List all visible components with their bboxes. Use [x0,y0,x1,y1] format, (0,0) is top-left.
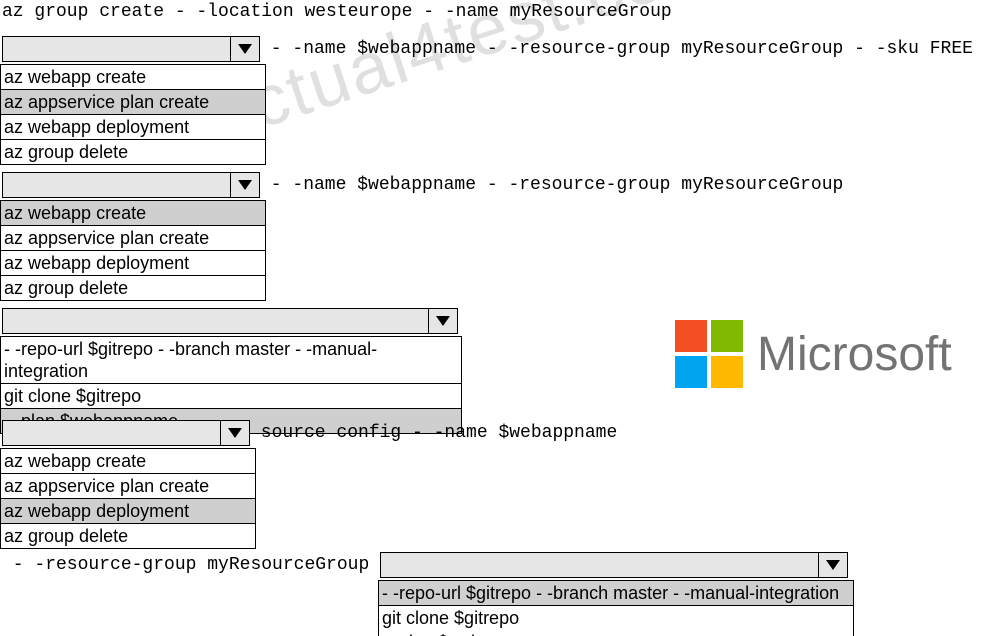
ms-tile-tl [675,320,707,352]
dropdown-2-toggle[interactable] [230,173,259,197]
command-4-tail: source config - -name $webappname [250,423,617,443]
dropdown-1-options[interactable]: az webapp createaz appservice plan creat… [0,64,266,165]
microsoft-logo: Microsoft [675,320,952,388]
dropdown-2[interactable] [2,172,260,198]
dropdown-option[interactable]: az appservice plan create [1,474,255,499]
chevron-down-icon [228,428,242,438]
dropdown-option[interactable]: az webapp create [1,449,255,474]
dropdown-option[interactable]: az webapp create [1,65,265,90]
watermark-text: actual4test.com [200,0,733,158]
command-1-tail: - -name $webappname - -resource-group my… [260,39,973,59]
ms-tile-br [711,356,743,388]
dropdown-option[interactable]: az webapp deployment [1,499,255,524]
chevron-down-icon [826,560,840,570]
dropdown-5-toggle[interactable] [818,553,847,577]
command-line-0: az group create - -location westeurope -… [2,2,672,22]
chevron-down-icon [238,180,252,190]
dropdown-option[interactable]: az group delete [1,524,255,548]
ms-tile-bl [675,356,707,388]
dropdown-option[interactable]: - -repo-url $gitrepo - -branch master - … [379,581,853,606]
dropdown-option[interactable]: az webapp deployment [1,251,265,276]
command-2-tail: - -name $webappname - -resource-group my… [260,175,843,195]
microsoft-wordmark: Microsoft [757,327,952,382]
dropdown-option[interactable]: az group delete [1,140,265,164]
dropdown-4-toggle[interactable] [220,421,249,445]
dropdown-option[interactable]: git clone $gitrepo [379,606,853,630]
dropdown-3-toggle[interactable] [428,309,457,333]
dropdown-option[interactable]: az webapp create [1,201,265,226]
dropdown-option[interactable]: - -plan $webappname [379,630,853,636]
dropdown-5-options[interactable]: - -repo-url $gitrepo - -branch master - … [378,580,854,636]
dropdown-4-options[interactable]: az webapp createaz appservice plan creat… [0,448,256,549]
chevron-down-icon [238,44,252,54]
dropdown-option[interactable]: git clone $gitrepo [1,384,461,409]
ms-tile-tr [711,320,743,352]
dropdown-option[interactable]: az webapp deployment [1,115,265,140]
dropdown-option[interactable]: az appservice plan create [1,90,265,115]
dropdown-4[interactable] [2,420,250,446]
dropdown-1-toggle[interactable] [230,37,259,61]
dropdown-option[interactable]: az group delete [1,276,265,300]
dropdown-5[interactable] [380,552,848,578]
dropdown-2-options[interactable]: az webapp createaz appservice plan creat… [0,200,266,301]
dropdown-3[interactable] [2,308,458,334]
dropdown-option[interactable]: az appservice plan create [1,226,265,251]
chevron-down-icon [436,316,450,326]
dropdown-option[interactable]: - -repo-url $gitrepo - -branch master - … [1,337,461,384]
command-5-prefix: - -resource-group myResourceGroup [2,555,380,575]
dropdown-1[interactable] [2,36,260,62]
